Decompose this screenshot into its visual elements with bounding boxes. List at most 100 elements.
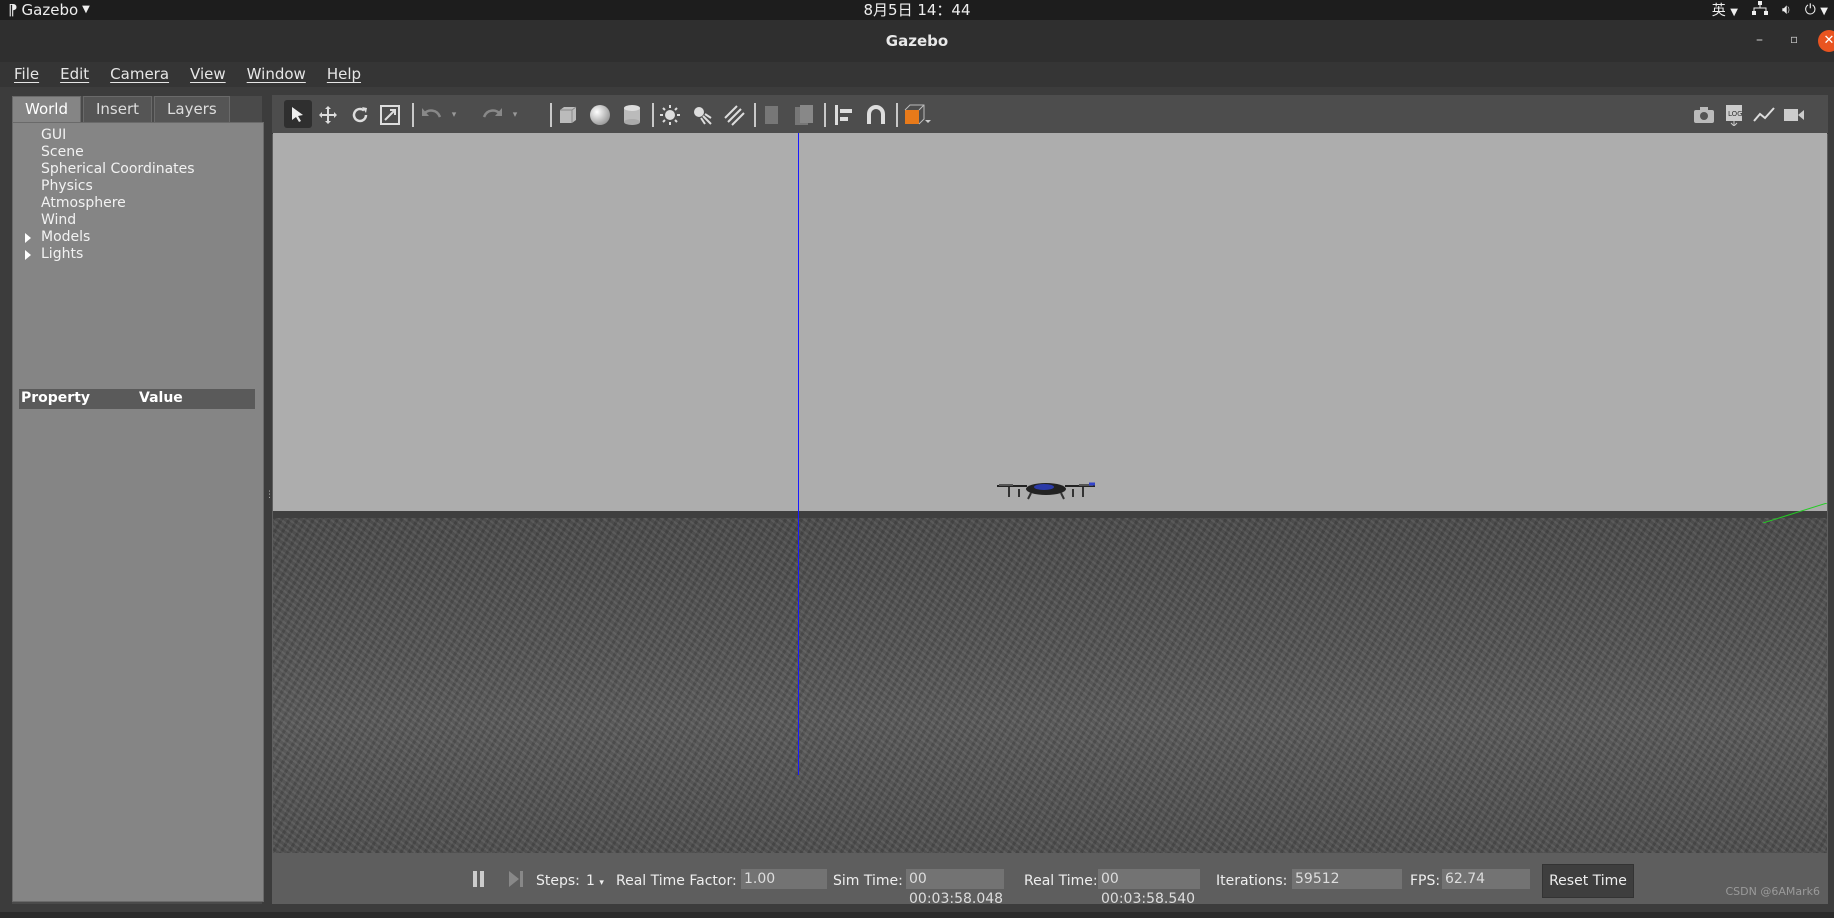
fps-label: FPS: (1410, 873, 1441, 889)
horizon-line (273, 511, 1827, 518)
view-angle-icon[interactable] (902, 104, 932, 126)
chevron-down-icon: ▼ (82, 4, 90, 15)
tree-item-physics[interactable]: Physics (41, 178, 195, 195)
window-title-bar: Gazebo – ▫ ✕ (0, 20, 1834, 62)
box-icon[interactable] (556, 104, 580, 126)
minimize-icon[interactable]: – (1756, 32, 1763, 48)
steps-value[interactable]: 1 ▾ (586, 873, 604, 889)
power-icon[interactable]: ⏻ ▼ (1805, 2, 1828, 18)
rotate-icon[interactable] (348, 104, 372, 126)
z-axis-line (798, 133, 799, 775)
translate-icon[interactable] (316, 104, 340, 126)
cylinder-icon[interactable] (620, 104, 644, 126)
step-forward-icon[interactable] (508, 871, 524, 891)
menu-camera[interactable]: Camera (103, 62, 176, 87)
copy-icon[interactable] (760, 104, 784, 126)
steps-label: Steps: (536, 873, 580, 889)
spot-light-icon[interactable] (690, 104, 714, 126)
left-panel-tabs: World Insert Layers (12, 96, 232, 122)
tree-item-lights[interactable]: Lights (25, 246, 195, 263)
tree-item-label: Models (41, 229, 91, 245)
window-bottom-border (0, 912, 1834, 918)
input-method-label: 英 (1711, 3, 1726, 19)
volume-icon[interactable]: 🔉︎ (1782, 2, 1791, 18)
align-icon[interactable] (832, 104, 856, 126)
value-column-header: Value (139, 390, 183, 406)
scene-toolbar: ▾ ▾ LOG (272, 95, 1828, 134)
iterations-field: 59512 (1292, 869, 1402, 889)
screenshot-camera-icon[interactable] (1692, 104, 1716, 126)
toolbar-separator (652, 103, 654, 127)
chevron-down-icon[interactable]: ▾ (508, 104, 522, 126)
tree-item-gui[interactable]: GUI (41, 127, 195, 144)
tree-item-spherical-coordinates[interactable]: Spherical Coordinates (41, 161, 195, 178)
toolbar-separator (896, 103, 898, 127)
maximize-icon[interactable]: ▫ (1790, 32, 1798, 46)
reset-time-button[interactable]: Reset Time (1542, 864, 1634, 898)
tree-item-label: Lights (41, 246, 84, 262)
toolbar-separator (754, 103, 756, 127)
simulation-status-bar: Steps: 1 ▾ Real Time Factor: 1.00 Sim Ti… (272, 855, 1828, 907)
3d-scene[interactable] (273, 133, 1827, 853)
window-title: Gazebo (885, 32, 949, 50)
menu-view[interactable]: View (183, 62, 233, 87)
render-viewport: ▾ ▾ LOG Steps: 1 ▾ Real Time Factor: 1.0… (272, 95, 1828, 907)
iterations-label: Iterations: (1216, 873, 1288, 889)
property-table-header: Property Value (19, 389, 255, 409)
tab-world[interactable]: World (12, 96, 81, 122)
chevron-down-icon: ▼ (1730, 7, 1738, 18)
real-time-factor-field: 1.00 (741, 869, 827, 889)
ground-plane (273, 514, 1827, 853)
steps-value-text: 1 (586, 873, 595, 889)
log-icon[interactable]: LOG (1722, 104, 1746, 126)
close-icon[interactable]: ✕ (1818, 30, 1834, 52)
app-menu[interactable]: ⁋ Gazebo ▼ (8, 0, 90, 20)
sim-time-label: Sim Time: (833, 873, 903, 889)
scale-icon[interactable] (378, 104, 402, 126)
expand-arrow-icon[interactable] (25, 250, 31, 260)
snap-magnet-icon[interactable] (864, 104, 888, 126)
svg-text:LOG: LOG (1728, 110, 1743, 118)
plot-icon[interactable] (1752, 104, 1776, 126)
sphere-icon[interactable] (588, 104, 612, 126)
undo-icon[interactable] (420, 104, 444, 126)
tree-item-atmosphere[interactable]: Atmosphere (41, 195, 195, 212)
tree-item-models[interactable]: Models (25, 229, 195, 246)
redo-icon[interactable] (480, 104, 504, 126)
sky (273, 133, 1827, 521)
tab-insert[interactable]: Insert (83, 96, 153, 122)
gazebo-app-icon: ⁋ (8, 1, 18, 19)
menu-window[interactable]: Window (240, 62, 313, 87)
menu-edit[interactable]: Edit (53, 62, 96, 87)
world-tree: GUI Scene Spherical Coordinates Physics … (25, 127, 195, 263)
pause-icon[interactable] (472, 871, 486, 887)
point-light-icon[interactable] (658, 104, 682, 126)
expand-arrow-icon[interactable] (25, 233, 31, 243)
directional-light-icon[interactable] (722, 104, 746, 126)
watermark-text: CSDN @6AMark6 (1725, 885, 1820, 898)
chevron-down-icon[interactable]: ▾ (447, 104, 461, 126)
paste-icon[interactable] (792, 104, 816, 126)
input-method-indicator[interactable]: 英 ▼ (1712, 0, 1738, 20)
tree-item-wind[interactable]: Wind (41, 212, 195, 229)
menu-file[interactable]: File (7, 62, 46, 87)
real-time-label: Real Time: (1024, 873, 1098, 889)
network-icon[interactable] (1751, 1, 1768, 19)
system-clock[interactable]: 8月5日 14：44 (0, 0, 1834, 20)
sim-time-field: 00 00:03:58.048 (906, 869, 1004, 907)
quadcopter-model[interactable] (995, 477, 1097, 505)
tree-item-scene[interactable]: Scene (41, 144, 195, 161)
world-panel: GUI Scene Spherical Coordinates Physics … (12, 122, 264, 902)
system-top-bar: ⁋ Gazebo ▼ 8月5日 14：44 英 ▼ 🔉︎ ⏻ ▼ (0, 0, 1834, 20)
video-record-icon[interactable] (1782, 104, 1806, 126)
left-panel: World Insert Layers GUI Scene Spherical … (12, 96, 264, 904)
property-column-header: Property (21, 390, 91, 406)
app-name: Gazebo (21, 1, 79, 19)
tab-layers[interactable]: Layers (154, 96, 230, 122)
chevron-down-icon: ▾ (599, 878, 604, 888)
y-axis-line (1763, 503, 1827, 523)
toolbar-separator (824, 103, 826, 127)
select-arrow-icon[interactable] (284, 100, 312, 128)
menu-help[interactable]: Help (320, 62, 368, 87)
toolbar-separator (550, 103, 552, 127)
